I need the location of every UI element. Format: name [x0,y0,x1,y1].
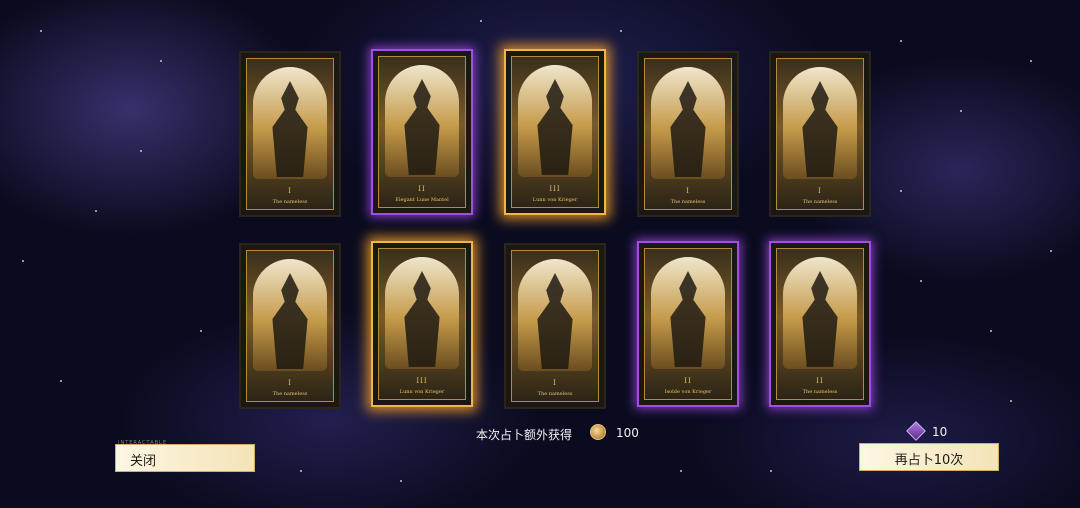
card-name: The nameless [272,199,308,205]
card-numeral: I [818,187,822,195]
card-name: Lunn von Krieger [532,197,578,203]
card-numeral: II [816,377,824,385]
reward-label: 本次占卜额外获得 [476,428,573,442]
card-name: The nameless [802,389,838,395]
card-numeral: III [416,377,428,385]
tarot-card-10[interactable]: II The nameless [769,241,871,407]
card-numeral: II [684,377,692,385]
reward-amount: 100 [616,426,639,440]
card-numeral: II [418,185,426,193]
tarot-card-3[interactable]: III Lunn von Krieger [504,49,606,215]
gold-coin-icon [590,424,606,440]
close-button-caption: INTERACTABLE [118,440,167,446]
card-name: Elegant Lune Mantel [395,197,449,203]
card-name: The nameless [670,199,706,205]
tarot-card-5[interactable]: I The nameless [769,51,871,217]
card-name: The nameless [272,391,308,397]
card-numeral: I [288,187,292,195]
draw-again-label: 再占卜10次 [894,453,964,468]
card-numeral: III [549,185,561,193]
tarot-card-7[interactable]: III Lunn von Krieger [371,241,473,407]
tarot-card-9[interactable]: II Isolde von Krieger [637,241,739,407]
card-numeral: I [288,379,292,387]
draw-again-button[interactable]: 再占卜10次 [859,443,999,471]
close-button-label: 关闭 [130,454,157,469]
tarot-card-6[interactable]: I The nameless [239,243,341,409]
card-numeral: I [686,187,690,195]
card-name: The nameless [537,391,573,397]
tarot-card-8[interactable]: I The nameless [504,243,606,409]
card-name: Lunn von Krieger [399,389,445,395]
ticket-count: 10 [932,425,948,439]
tarot-card-2[interactable]: II Elegant Lune Mantel [371,49,473,215]
tarot-card-1[interactable]: I The nameless [239,51,341,217]
tarot-card-4[interactable]: I The nameless [637,51,739,217]
close-button[interactable]: 关闭 [115,444,255,472]
card-name: The nameless [802,199,838,205]
card-numeral: I [553,379,557,387]
card-name: Isolde von Krieger [664,389,712,395]
